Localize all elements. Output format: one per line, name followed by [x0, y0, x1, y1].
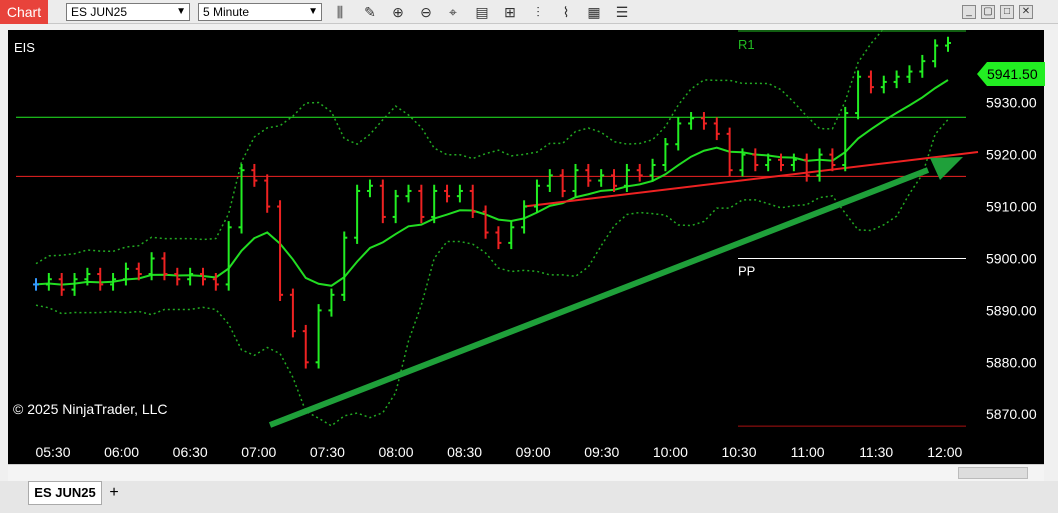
instrument-label: EIS [14, 40, 35, 55]
level-label-pp: PP [738, 263, 755, 278]
copyright-text: © 2025 NinjaTrader, LLC [13, 401, 168, 417]
y-tick-label: 5900.00 [986, 250, 1037, 266]
y-tick-label: 5880.00 [986, 354, 1037, 370]
x-tick-label: 11:00 [791, 444, 825, 460]
x-tick-label: 07:00 [241, 444, 276, 460]
strategies-icon[interactable]: ⫶ [528, 2, 548, 22]
ema-line [35, 79, 949, 287]
restore-icon[interactable]: ▢ [981, 5, 995, 19]
x-tick-label: 12:00 [927, 444, 962, 460]
x-tick-label: 08:30 [447, 444, 482, 460]
x-tick-label: 06:00 [104, 444, 139, 460]
x-tick-label: 09:00 [516, 444, 551, 460]
current-price-badge: 5941.50 [977, 62, 1045, 86]
chevron-down-icon: ▼ [308, 6, 318, 17]
bollinger-lower [35, 119, 949, 427]
properties-icon[interactable]: ☰ [612, 2, 632, 22]
bollinger-upper [35, 30, 884, 265]
y-tick-label: 5890.00 [986, 302, 1037, 318]
window-titlebar: Chart ES JUN25 ▼ 5 Minute ▼ ⫼ ✎ ⊕ ⊖ ⌖ ▤ … [0, 0, 1058, 24]
y-tick-label: 5920.00 [986, 147, 1037, 163]
interval-select[interactable]: 5 Minute ▼ [198, 3, 322, 21]
data-box-icon[interactable]: ▤ [472, 2, 492, 22]
minimize-icon[interactable]: _ [962, 5, 976, 19]
x-tick-label: 10:00 [653, 444, 688, 460]
close-icon[interactable]: ✕ [1019, 5, 1033, 19]
x-tick-label: 07:30 [310, 444, 345, 460]
instrument-select-value: ES JUN25 [71, 5, 128, 19]
level-label-r1: R1 [738, 37, 755, 52]
y-tick-label: 5910.00 [986, 199, 1037, 215]
chart-style-icon[interactable]: ⌇ [556, 2, 576, 22]
y-tick-label: 5930.00 [986, 95, 1037, 111]
chevron-down-icon: ▼ [176, 6, 186, 17]
zoom-in-icon[interactable]: ⊕ [388, 2, 408, 22]
bar-type-icon[interactable]: ⫼ [330, 2, 350, 22]
zoom-out-icon[interactable]: ⊖ [416, 2, 436, 22]
arrow-annotation [268, 167, 930, 428]
x-tick-label: 10:30 [721, 444, 756, 460]
horizontal-scrollbar[interactable] [8, 464, 1044, 481]
chart-title-tab[interactable]: Chart [0, 0, 48, 24]
crosshair-icon[interactable]: ⌖ [443, 2, 463, 22]
scrollbar-thumb[interactable] [958, 467, 1028, 479]
templates-icon[interactable]: ▦ [584, 2, 604, 22]
x-tick-label: 06:30 [173, 444, 208, 460]
x-tick-label: 08:00 [378, 444, 413, 460]
x-tick-label: 09:30 [584, 444, 619, 460]
x-tick-label: 11:30 [859, 444, 893, 460]
x-tick-label: 05:30 [35, 444, 70, 460]
tab-es-jun25[interactable]: ES JUN25 [28, 481, 102, 505]
interval-select-value: 5 Minute [203, 5, 250, 19]
chart-panel[interactable]: 5930.00 5920.00 5910.00 5900.00 5890.00 5880.… [8, 30, 1045, 464]
draw-tool-icon[interactable]: ✎ [360, 2, 380, 22]
indicators-icon[interactable]: ⊞ [500, 2, 520, 22]
tab-bar: ES JUN25 + [0, 481, 1058, 513]
y-tick-label: 5870.00 [986, 406, 1037, 422]
price-chart[interactable]: 5930.00 5920.00 5910.00 5900.00 5890.00 5880.… [8, 30, 1044, 464]
add-tab-button[interactable]: + [104, 484, 124, 502]
instrument-select[interactable]: ES JUN25 ▼ [66, 3, 190, 21]
maximize-icon[interactable]: □ [1000, 5, 1014, 19]
